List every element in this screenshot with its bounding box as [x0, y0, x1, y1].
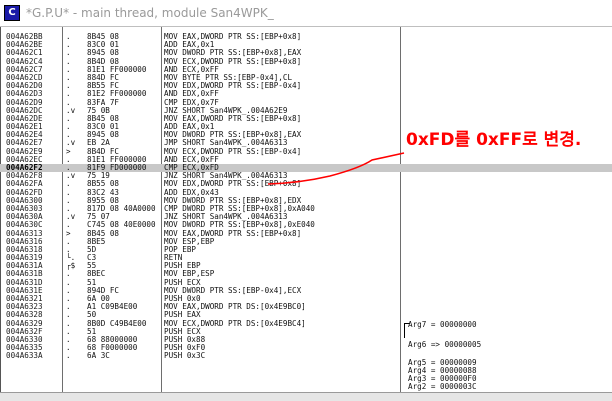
- app-icon[interactable]: C: [4, 5, 20, 21]
- row-disassembly: PUSH 0x3C: [164, 351, 206, 361]
- disassembly-row[interactable]: 004A633A. 6A 3C PUSH 0x3C: [0, 352, 612, 360]
- disassembly-rows: 004A62BB. 8B45 08 MOV EAX,DWORD PTR SS:[EB…: [0, 32, 612, 361]
- argument-comment: Arg6 => 00000005: [408, 340, 482, 349]
- row-marker: .: [66, 351, 71, 361]
- argument-comment: Arg2 = 0000003C: [408, 382, 477, 391]
- row-hexdump: 6A 3C: [87, 351, 110, 361]
- row-address: 004A633A: [6, 351, 43, 361]
- annotation-note: 0xFD를 0xFF로 변경.: [406, 130, 582, 150]
- window-title: *G.P.U* - main thread, module San4WPK_: [26, 6, 274, 20]
- title-bar: C *G.P.U* - main thread, module San4WPK_: [0, 0, 612, 27]
- argument-comment: Arg7 = 00000000: [408, 320, 477, 329]
